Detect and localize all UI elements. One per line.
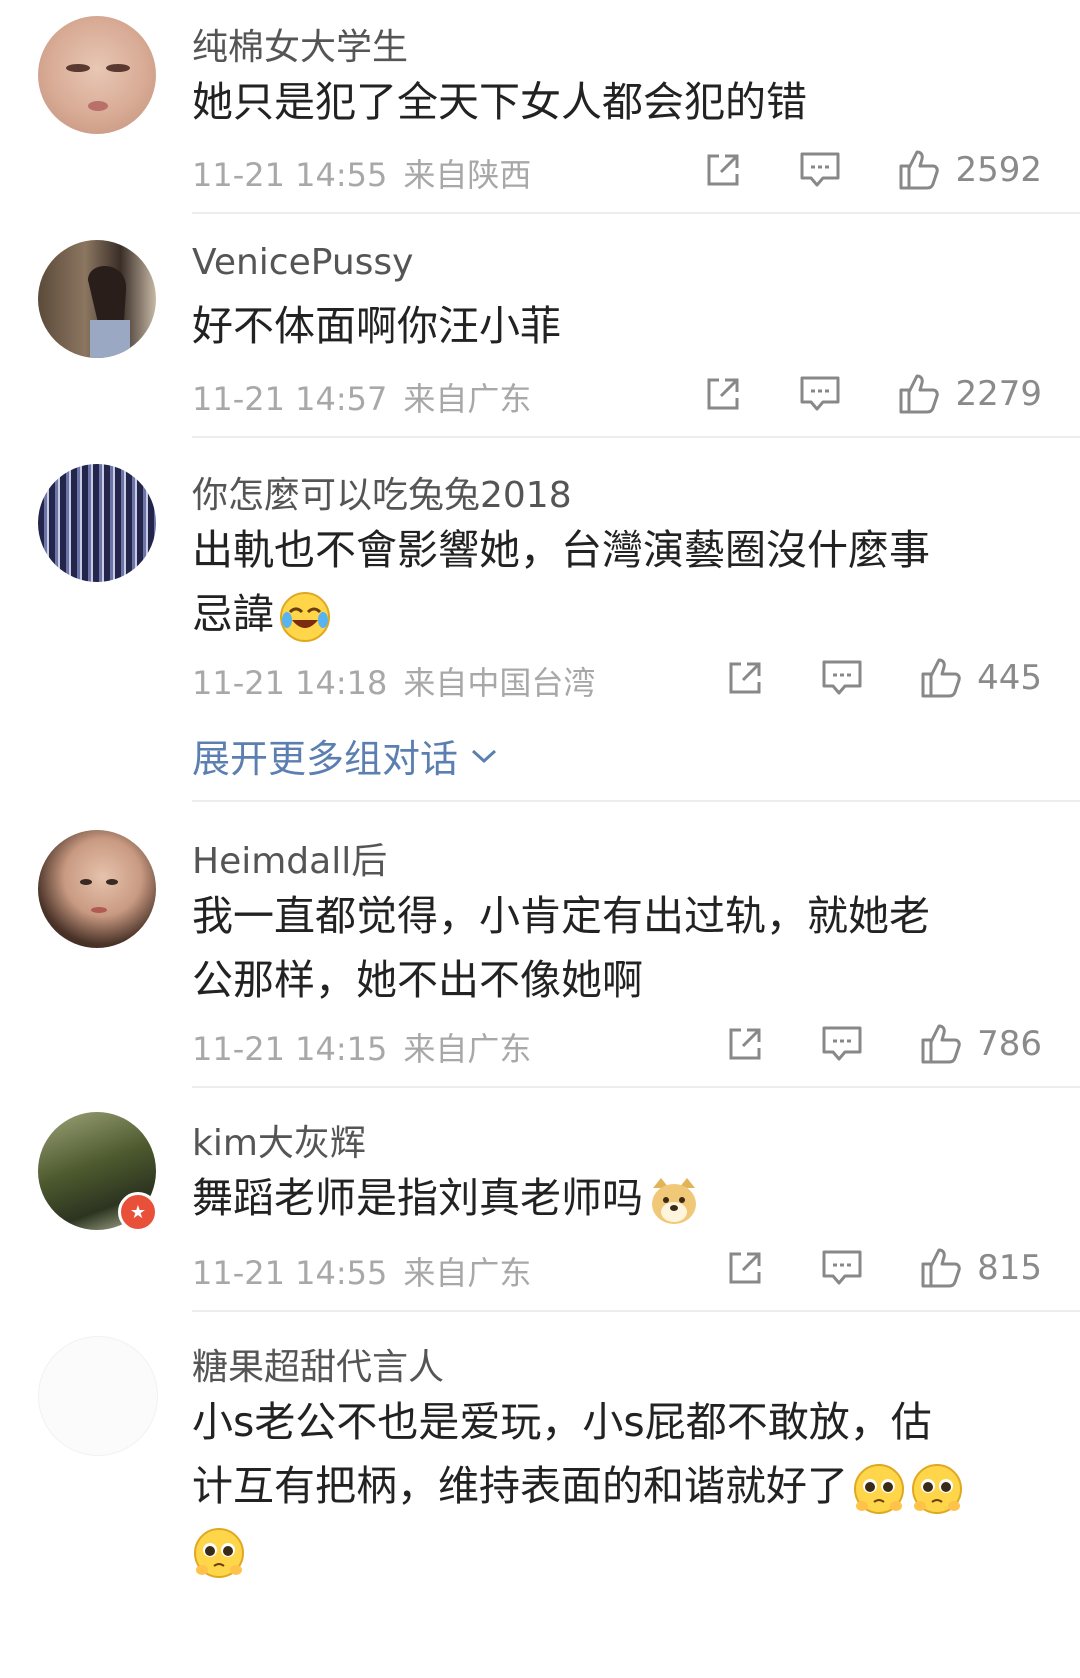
username[interactable]: Heimdall后 — [192, 832, 387, 884]
pleading-emoji-icon — [854, 1464, 904, 1514]
comment-text-line: 我一直都觉得，小肯定有出过轨，就她老 — [192, 892, 930, 940]
timestamp: 11-21 14:57 — [192, 380, 388, 418]
comment-text-line: 忌諱 — [192, 590, 274, 638]
thumbs-up-icon[interactable] — [897, 148, 941, 192]
pleading-emoji-icon — [912, 1464, 962, 1514]
comment-text: 舞蹈老师是指刘真老师吗 — [192, 1166, 1032, 1230]
username[interactable]: 纯棉女大学生 — [192, 18, 408, 70]
thumbs-up-icon[interactable] — [919, 1246, 963, 1290]
avatar[interactable] — [38, 464, 156, 582]
location: 来自广东 — [403, 1254, 532, 1292]
comment-icon[interactable] — [799, 375, 841, 413]
thumbs-up-icon[interactable] — [897, 372, 941, 416]
comment-actions: 2279 — [703, 372, 1042, 416]
share-icon[interactable] — [703, 150, 743, 190]
like-count: 786 — [977, 1024, 1042, 1064]
comment-actions: 445 — [725, 656, 1042, 700]
divider — [192, 436, 1080, 438]
comment-text: 小s老公不也是爱玩，小s屁都不敢放，估 计互有把柄，维持表面的和谐就好了 — [192, 1390, 1032, 1582]
comment-text-line: 小s老公不也是爱玩，小s屁都不敢放，估 — [192, 1398, 932, 1446]
comment-text-line-wrap: 忌諱 — [192, 582, 1032, 646]
username[interactable]: VenicePussy — [192, 242, 413, 283]
comment-icon[interactable] — [821, 659, 863, 697]
divider — [192, 1310, 1080, 1312]
comment-text: 我一直都觉得，小肯定有出过轨，就她老 公那样，她不出不像她啊 — [192, 884, 1032, 1012]
comment-text-line: 公那样，她不出不像她啊 — [192, 956, 643, 1004]
share-icon[interactable] — [725, 658, 765, 698]
comment-text: 出軌也不會影響她，台灣演藝圈沒什麼事 忌諱 — [192, 518, 1032, 646]
comment-meta: 11-21 14:55 来自陕西 — [192, 150, 531, 196]
divider — [192, 800, 1080, 802]
comment-meta: 11-21 14:15 来自广东 — [192, 1024, 531, 1070]
share-icon[interactable] — [725, 1248, 765, 1288]
avatar[interactable] — [38, 16, 156, 134]
location: 来自广东 — [403, 380, 532, 418]
avatar[interactable] — [38, 1336, 158, 1456]
pleading-emoji-icon — [194, 1528, 244, 1578]
like-count: 815 — [977, 1248, 1042, 1288]
comment-text-line: 舞蹈老师是指刘真老师吗 — [192, 1174, 643, 1222]
thumbs-up-icon[interactable] — [919, 1022, 963, 1066]
timestamp: 11-21 14:55 — [192, 1254, 388, 1292]
like-count: 2279 — [955, 374, 1042, 414]
comment-text: 她只是犯了全天下女人都会犯的错 — [192, 78, 807, 126]
divider — [192, 212, 1080, 214]
comment-text-line: 出軌也不會影響她，台灣演藝圈沒什麼事 — [192, 526, 930, 574]
comment-text-line: 计互有把柄，维持表面的和谐就好了 — [192, 1462, 848, 1510]
comment-icon[interactable] — [799, 151, 841, 189]
comment-text-line-wrap: 计互有把柄，维持表面的和谐就好了 — [192, 1454, 1032, 1518]
location: 来自陕西 — [403, 156, 532, 194]
comment-text: 好不体面啊你汪小菲 — [192, 302, 561, 350]
chevron-down-icon — [472, 749, 497, 763]
comment-icon[interactable] — [821, 1249, 863, 1287]
username[interactable]: 糖果超甜代言人 — [192, 1338, 444, 1390]
thumbs-up-icon[interactable] — [919, 656, 963, 700]
location: 来自中国台湾 — [403, 664, 596, 702]
doge-emoji-icon — [652, 1178, 696, 1224]
laughing-crying-emoji-icon — [280, 592, 330, 642]
username[interactable]: 你怎麼可以吃兔兔2018 — [192, 466, 572, 518]
timestamp: 11-21 14:55 — [192, 156, 388, 194]
comment-actions: 815 — [725, 1246, 1042, 1290]
expand-more-replies-link[interactable]: 展开更多组对话 — [192, 728, 498, 783]
like-count: 2592 — [955, 150, 1042, 190]
comment-actions: 786 — [725, 1022, 1042, 1066]
like-count: 445 — [977, 658, 1042, 698]
divider — [192, 1086, 1080, 1088]
comment-actions: 2592 — [703, 148, 1042, 192]
timestamp: 11-21 14:18 — [192, 664, 388, 702]
comment-meta: 11-21 14:55 来自广东 — [192, 1248, 531, 1294]
avatar[interactable] — [38, 240, 156, 358]
expand-label: 展开更多组对话 — [192, 737, 459, 781]
share-icon[interactable] — [703, 374, 743, 414]
comment-meta: 11-21 14:57 来自广东 — [192, 374, 531, 420]
timestamp: 11-21 14:15 — [192, 1030, 388, 1068]
comment-text-emoji-line — [192, 1518, 1032, 1582]
username[interactable]: kim大灰辉 — [192, 1114, 366, 1166]
comment-icon[interactable] — [821, 1025, 863, 1063]
location: 来自广东 — [403, 1030, 532, 1068]
avatar[interactable] — [38, 830, 156, 948]
share-icon[interactable] — [725, 1024, 765, 1064]
comment-list: 纯棉女大学生 她只是犯了全天下女人都会犯的错 11-21 14:55 来自陕西 2… — [0, 0, 1080, 1678]
verified-badge-icon: ★ — [118, 1192, 158, 1232]
comment-meta: 11-21 14:18 来自中国台湾 — [192, 658, 595, 704]
